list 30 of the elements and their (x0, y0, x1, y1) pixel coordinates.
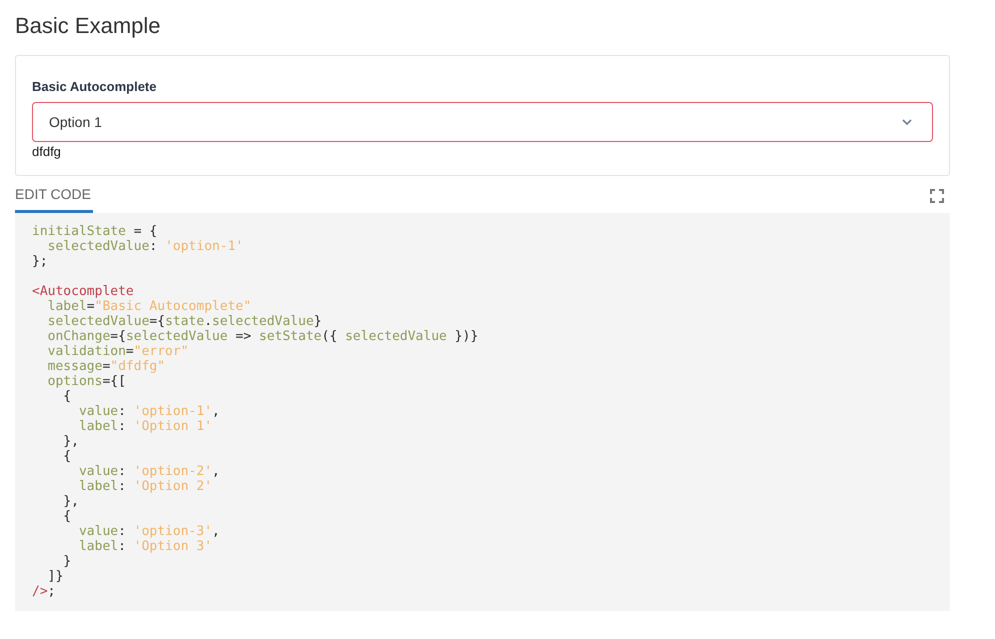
autocomplete-field[interactable]: Option 1 (32, 102, 933, 142)
field-label: Basic Autocomplete (32, 79, 156, 95)
code-line: }, (62, 434, 79, 449)
code-line: value: 'option-2', (78, 464, 220, 479)
code-line: { (62, 389, 72, 404)
code-line: <Autocomplete (32, 284, 134, 299)
code-line: label: 'Option 3' (78, 539, 212, 554)
code-line: value: 'option-1', (78, 404, 220, 419)
code-line: label: 'Option 1' (78, 419, 212, 434)
validation-message: dfdfg (32, 144, 61, 160)
code-line: } (62, 554, 72, 569)
code-line: initialState = { (32, 224, 158, 239)
code-line: label="Basic Autocomplete" (46, 299, 252, 314)
code-line: { (62, 449, 72, 464)
code-line: }, (62, 494, 79, 509)
code-line: label: 'Option 2' (78, 479, 212, 494)
code-line: value: 'option-3', (78, 524, 220, 539)
code-line: }; (32, 254, 48, 269)
page-title: Basic Example (15, 12, 161, 40)
expand-icon[interactable] (930, 189, 944, 203)
code-line: />; (32, 584, 56, 599)
code-line: selectedValue={state.selectedValue} (46, 314, 322, 329)
code-line: selectedValue: 'option-1' (46, 239, 244, 254)
code-line: { (62, 509, 72, 524)
code-line: ]} (48, 569, 64, 584)
code-line: validation="error" (46, 344, 189, 359)
chevron-down-icon (902, 119, 912, 125)
code-line: onChange={selectedValue => setState({ selectedValue })} (46, 329, 478, 344)
code-line: message="dfdfg" (46, 359, 166, 374)
code-line: options={[ (46, 374, 126, 389)
